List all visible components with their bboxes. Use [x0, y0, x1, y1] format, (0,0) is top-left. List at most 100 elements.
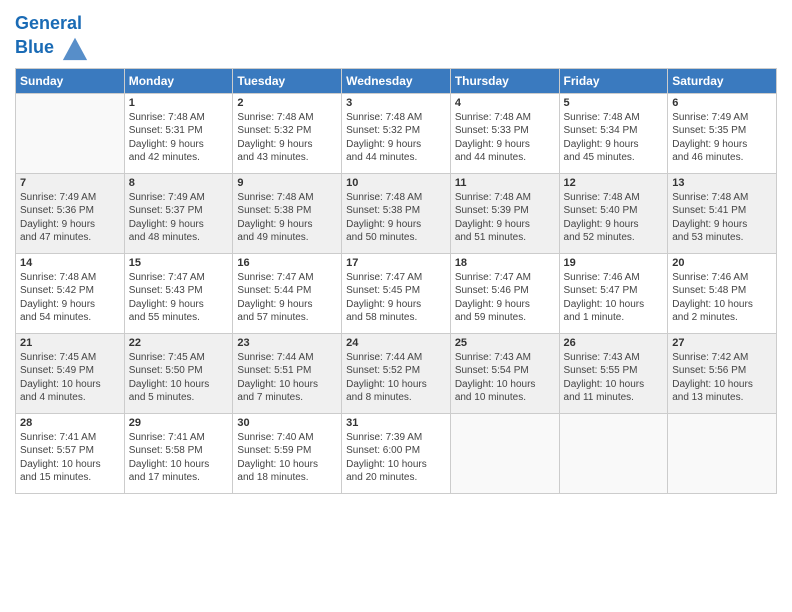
column-header-wednesday: Wednesday	[342, 68, 451, 93]
day-number: 4	[455, 97, 555, 109]
day-number: 18	[455, 257, 555, 269]
calendar-cell: 31 Sunrise: 7:39 AMSunset: 6:00 PMDayligh…	[342, 413, 451, 493]
calendar-cell: 12 Sunrise: 7:48 AMSunset: 5:40 PMDayligh…	[559, 173, 668, 253]
day-content: Sunrise: 7:48 AMSunset: 5:32 PMDaylight:…	[237, 111, 337, 165]
calendar-cell: 27Sunrise: 7:42 AMSunset: 5:56 PMDayligh…	[668, 333, 777, 413]
day-content: Sunrise: 7:48 AMSunset: 5:34 PMDaylight:…	[564, 111, 664, 165]
day-content: Sunrise: 7:45 AMSunset: 5:49 PMDaylight:…	[20, 351, 120, 405]
day-number: 12	[564, 177, 664, 189]
day-content: Sunrise: 7:47 AMSunset: 5:44 PMDaylight:…	[237, 271, 337, 325]
column-header-sunday: Sunday	[16, 68, 125, 93]
column-header-saturday: Saturday	[668, 68, 777, 93]
day-number: 30	[237, 417, 337, 429]
calendar-cell: 21 Sunrise: 7:45 AMSunset: 5:49 PMDayligh…	[16, 333, 125, 413]
day-content: Sunrise: 7:48 AMSunset: 5:38 PMDaylight:…	[346, 191, 446, 245]
day-number: 15	[129, 257, 229, 269]
calendar-cell: 19 Sunrise: 7:46 AMSunset: 5:47 PMDayligh…	[559, 253, 668, 333]
logo-text: General	[15, 14, 89, 34]
day-content: Sunrise: 7:48 AMSunset: 5:39 PMDaylight:…	[455, 191, 555, 245]
day-number: 8	[129, 177, 229, 189]
day-content: Sunrise: 7:46 AMSunset: 5:47 PMDaylight:…	[564, 271, 664, 325]
column-header-monday: Monday	[124, 68, 233, 93]
day-content: Sunrise: 7:39 AMSunset: 6:00 PMDaylight:…	[346, 431, 446, 485]
calendar-week-4: 21 Sunrise: 7:45 AMSunset: 5:49 PMDayligh…	[16, 333, 777, 413]
calendar-cell: 8 Sunrise: 7:49 AMSunset: 5:37 PMDaylight…	[124, 173, 233, 253]
calendar-cell	[16, 93, 125, 173]
day-number: 19	[564, 257, 664, 269]
day-number: 23	[237, 337, 337, 349]
calendar-cell: 22 Sunrise: 7:45 AMSunset: 5:50 PMDayligh…	[124, 333, 233, 413]
day-number: 5	[564, 97, 664, 109]
calendar-cell: 25 Sunrise: 7:43 AMSunset: 5:54 PMDayligh…	[450, 333, 559, 413]
day-number: 22	[129, 337, 229, 349]
day-content: Sunrise: 7:49 AMSunset: 5:36 PMDaylight:…	[20, 191, 120, 245]
day-number: 14	[20, 257, 120, 269]
day-content: Sunrise: 7:47 AMSunset: 5:45 PMDaylight:…	[346, 271, 446, 325]
day-number: 13	[672, 177, 772, 189]
calendar-cell: 24Sunrise: 7:44 AMSunset: 5:52 PMDayligh…	[342, 333, 451, 413]
day-content: Sunrise: 7:47 AMSunset: 5:46 PMDaylight:…	[455, 271, 555, 325]
logo-text2: Blue	[15, 34, 89, 62]
day-number: 3	[346, 97, 446, 109]
day-content: Sunrise: 7:40 AMSunset: 5:59 PMDaylight:…	[237, 431, 337, 485]
calendar-cell: 5 Sunrise: 7:48 AMSunset: 5:34 PMDaylight…	[559, 93, 668, 173]
day-content: Sunrise: 7:48 AMSunset: 5:31 PMDaylight:…	[129, 111, 229, 165]
calendar-cell: 17 Sunrise: 7:47 AMSunset: 5:45 PMDayligh…	[342, 253, 451, 333]
calendar-cell: 28 Sunrise: 7:41 AMSunset: 5:57 PMDayligh…	[16, 413, 125, 493]
day-content: Sunrise: 7:46 AMSunset: 5:48 PMDaylight:…	[672, 271, 772, 325]
day-content: Sunrise: 7:49 AMSunset: 5:37 PMDaylight:…	[129, 191, 229, 245]
calendar-cell	[559, 413, 668, 493]
calendar-cell: 15Sunrise: 7:47 AMSunset: 5:43 PMDayligh…	[124, 253, 233, 333]
calendar-cell: 20 Sunrise: 7:46 AMSunset: 5:48 PMDayligh…	[668, 253, 777, 333]
calendar-table: SundayMondayTuesdayWednesdayThursdayFrid…	[15, 68, 777, 494]
day-number: 11	[455, 177, 555, 189]
day-content: Sunrise: 7:48 AMSunset: 5:41 PMDaylight:…	[672, 191, 772, 245]
day-content: Sunrise: 7:41 AMSunset: 5:58 PMDaylight:…	[129, 431, 229, 485]
calendar-cell	[450, 413, 559, 493]
calendar-cell: 1Sunrise: 7:48 AMSunset: 5:31 PMDaylight…	[124, 93, 233, 173]
day-number: 6	[672, 97, 772, 109]
calendar-week-3: 14 Sunrise: 7:48 AMSunset: 5:42 PMDayligh…	[16, 253, 777, 333]
day-number: 29	[129, 417, 229, 429]
day-number: 26	[564, 337, 664, 349]
calendar-cell: 13 Sunrise: 7:48 AMSunset: 5:41 PMDayligh…	[668, 173, 777, 253]
day-number: 27	[672, 337, 772, 349]
calendar-cell: 7Sunrise: 7:49 AMSunset: 5:36 PMDaylight…	[16, 173, 125, 253]
calendar-cell: 4 Sunrise: 7:48 AMSunset: 5:33 PMDaylight…	[450, 93, 559, 173]
day-number: 28	[20, 417, 120, 429]
calendar-cell: 14 Sunrise: 7:48 AMSunset: 5:42 PMDayligh…	[16, 253, 125, 333]
day-content: Sunrise: 7:48 AMSunset: 5:42 PMDaylight:…	[20, 271, 120, 325]
calendar-cell: 18 Sunrise: 7:47 AMSunset: 5:46 PMDayligh…	[450, 253, 559, 333]
day-content: Sunrise: 7:44 AMSunset: 5:51 PMDaylight:…	[237, 351, 337, 405]
day-content: Sunrise: 7:48 AMSunset: 5:38 PMDaylight:…	[237, 191, 337, 245]
calendar-week-1: 1Sunrise: 7:48 AMSunset: 5:31 PMDaylight…	[16, 93, 777, 173]
day-number: 9	[237, 177, 337, 189]
day-number: 20	[672, 257, 772, 269]
logo: General Blue	[15, 14, 89, 62]
calendar-week-2: 7Sunrise: 7:49 AMSunset: 5:36 PMDaylight…	[16, 173, 777, 253]
day-content: Sunrise: 7:48 AMSunset: 5:33 PMDaylight:…	[455, 111, 555, 165]
day-number: 25	[455, 337, 555, 349]
calendar-cell: 29 Sunrise: 7:41 AMSunset: 5:58 PMDayligh…	[124, 413, 233, 493]
day-content: Sunrise: 7:49 AMSunset: 5:35 PMDaylight:…	[672, 111, 772, 165]
calendar-cell: 6 Sunrise: 7:49 AMSunset: 5:35 PMDaylight…	[668, 93, 777, 173]
calendar-cell: 9 Sunrise: 7:48 AMSunset: 5:38 PMDaylight…	[233, 173, 342, 253]
day-number: 2	[237, 97, 337, 109]
calendar-cell: 16 Sunrise: 7:47 AMSunset: 5:44 PMDayligh…	[233, 253, 342, 333]
calendar-cell: 2 Sunrise: 7:48 AMSunset: 5:32 PMDaylight…	[233, 93, 342, 173]
day-content: Sunrise: 7:45 AMSunset: 5:50 PMDaylight:…	[129, 351, 229, 405]
calendar-cell: 10Sunrise: 7:48 AMSunset: 5:38 PMDayligh…	[342, 173, 451, 253]
day-number: 17	[346, 257, 446, 269]
calendar-week-5: 28 Sunrise: 7:41 AMSunset: 5:57 PMDayligh…	[16, 413, 777, 493]
day-number: 31	[346, 417, 446, 429]
day-content: Sunrise: 7:43 AMSunset: 5:54 PMDaylight:…	[455, 351, 555, 405]
day-content: Sunrise: 7:44 AMSunset: 5:52 PMDaylight:…	[346, 351, 446, 405]
day-number: 16	[237, 257, 337, 269]
column-header-friday: Friday	[559, 68, 668, 93]
day-content: Sunrise: 7:48 AMSunset: 5:40 PMDaylight:…	[564, 191, 664, 245]
day-number: 21	[20, 337, 120, 349]
calendar-cell	[668, 413, 777, 493]
day-content: Sunrise: 7:41 AMSunset: 5:57 PMDaylight:…	[20, 431, 120, 485]
day-content: Sunrise: 7:43 AMSunset: 5:55 PMDaylight:…	[564, 351, 664, 405]
day-content: Sunrise: 7:48 AMSunset: 5:32 PMDaylight:…	[346, 111, 446, 165]
